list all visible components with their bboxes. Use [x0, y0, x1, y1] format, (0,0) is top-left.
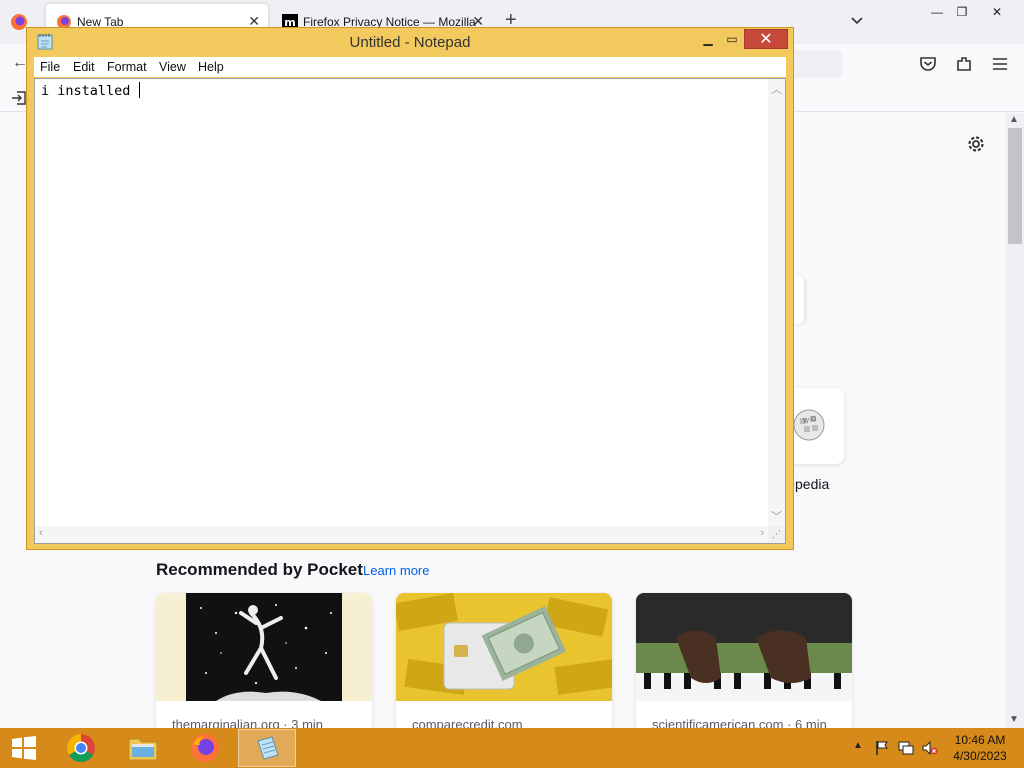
- shortcut-label[interactable]: tipedia: [788, 476, 829, 492]
- pocket-card[interactable]: themarginalian.org · 3 min: [156, 593, 372, 733]
- chevron-down-icon[interactable]: [849, 12, 865, 28]
- notepad-content: i installed: [41, 83, 139, 99]
- notepad-minimize-icon[interactable]: ▁: [695, 29, 721, 49]
- firefox-icon: [191, 734, 219, 762]
- scroll-up-arrow-icon[interactable]: ▲: [1009, 114, 1019, 125]
- browser-restore-icon[interactable]: ❐: [945, 0, 979, 24]
- menu-format[interactable]: Format: [107, 60, 147, 74]
- notepad-title: Untitled - Notepad: [349, 34, 471, 51]
- extensions-icon[interactable]: [954, 54, 974, 74]
- notepad-maximize-icon[interactable]: ▭: [719, 29, 745, 49]
- action-center-flag-icon[interactable]: [874, 740, 890, 756]
- chrome-icon: [67, 734, 95, 762]
- pocket-heading: Recommended by Pocket: [156, 560, 363, 579]
- card-image-money: [396, 593, 612, 701]
- pocket-card[interactable]: scientificamerican.com · 6 min: [636, 593, 852, 733]
- scroll-down-arrow-icon[interactable]: ﹀: [771, 508, 782, 524]
- notepad-vertical-scrollbar[interactable]: ︿ ﹀: [768, 79, 785, 526]
- menu-edit[interactable]: Edit: [73, 60, 95, 74]
- taskbar-chrome[interactable]: [52, 729, 110, 767]
- url-bar[interactable]: [790, 50, 842, 78]
- browser-close-icon[interactable]: ✕: [980, 0, 1014, 24]
- notepad-horizontal-scrollbar[interactable]: ‹ ›: [35, 526, 768, 543]
- notepad-icon: [257, 736, 279, 760]
- pocket-icon[interactable]: [918, 54, 938, 74]
- scroll-left-arrow-icon[interactable]: ‹: [39, 527, 43, 539]
- svg-text:W: W: [803, 418, 810, 425]
- import-icon[interactable]: [11, 90, 27, 106]
- scroll-right-arrow-icon[interactable]: ›: [760, 527, 764, 539]
- svg-text:Ω: Ω: [811, 416, 816, 423]
- notepad-window: Untitled - Notepad ▁ ▭ ✕ File Edit Forma…: [26, 27, 794, 550]
- notepad-menu-bar: File Edit Format View Help: [34, 57, 786, 77]
- scroll-up-arrow-icon[interactable]: ︿: [771, 81, 782, 97]
- notepad-text-line: i installed: [41, 82, 140, 99]
- gear-icon[interactable]: [966, 134, 986, 154]
- menu-view[interactable]: View: [159, 60, 186, 74]
- notepad-close-button[interactable]: ✕: [744, 29, 788, 49]
- learn-more-link[interactable]: Learn more: [363, 563, 429, 578]
- clock-date[interactable]: 4/30/2023: [940, 749, 1020, 763]
- clock-time[interactable]: 10:46 AM: [940, 733, 1020, 747]
- scroll-down-arrow-icon[interactable]: ▼: [1009, 714, 1019, 725]
- wikipedia-globe-icon: W Ω: [793, 409, 825, 441]
- windows-start-icon[interactable]: [10, 736, 38, 760]
- pocket-card[interactable]: comparecredit.com: [396, 593, 612, 733]
- card-image-illustration: [156, 593, 372, 701]
- card-image-piano: [636, 593, 852, 701]
- menu-icon[interactable]: [990, 54, 1010, 74]
- menu-file[interactable]: File: [40, 60, 60, 74]
- notepad-title-bar[interactable]: Untitled - Notepad ▁ ▭ ✕: [27, 28, 793, 55]
- network-icon[interactable]: [898, 740, 914, 756]
- resize-grip-icon[interactable]: ⋰: [768, 526, 785, 543]
- tray-expand-icon[interactable]: ▲: [853, 740, 863, 751]
- notepad-text-area[interactable]: i installed ︿ ﹀ ‹ › ⋰: [34, 78, 786, 544]
- folder-icon: [128, 738, 158, 761]
- taskbar-firefox[interactable]: [176, 729, 234, 767]
- taskbar: ▲ 10:46 AM 4/30/2023: [0, 728, 1024, 768]
- volume-muted-icon[interactable]: [922, 740, 938, 756]
- taskbar-file-explorer[interactable]: [114, 729, 172, 767]
- page-scrollbar-thumb[interactable]: [1008, 128, 1022, 244]
- menu-help[interactable]: Help: [198, 60, 224, 74]
- taskbar-notepad[interactable]: [238, 729, 296, 767]
- text-caret: [138, 82, 140, 98]
